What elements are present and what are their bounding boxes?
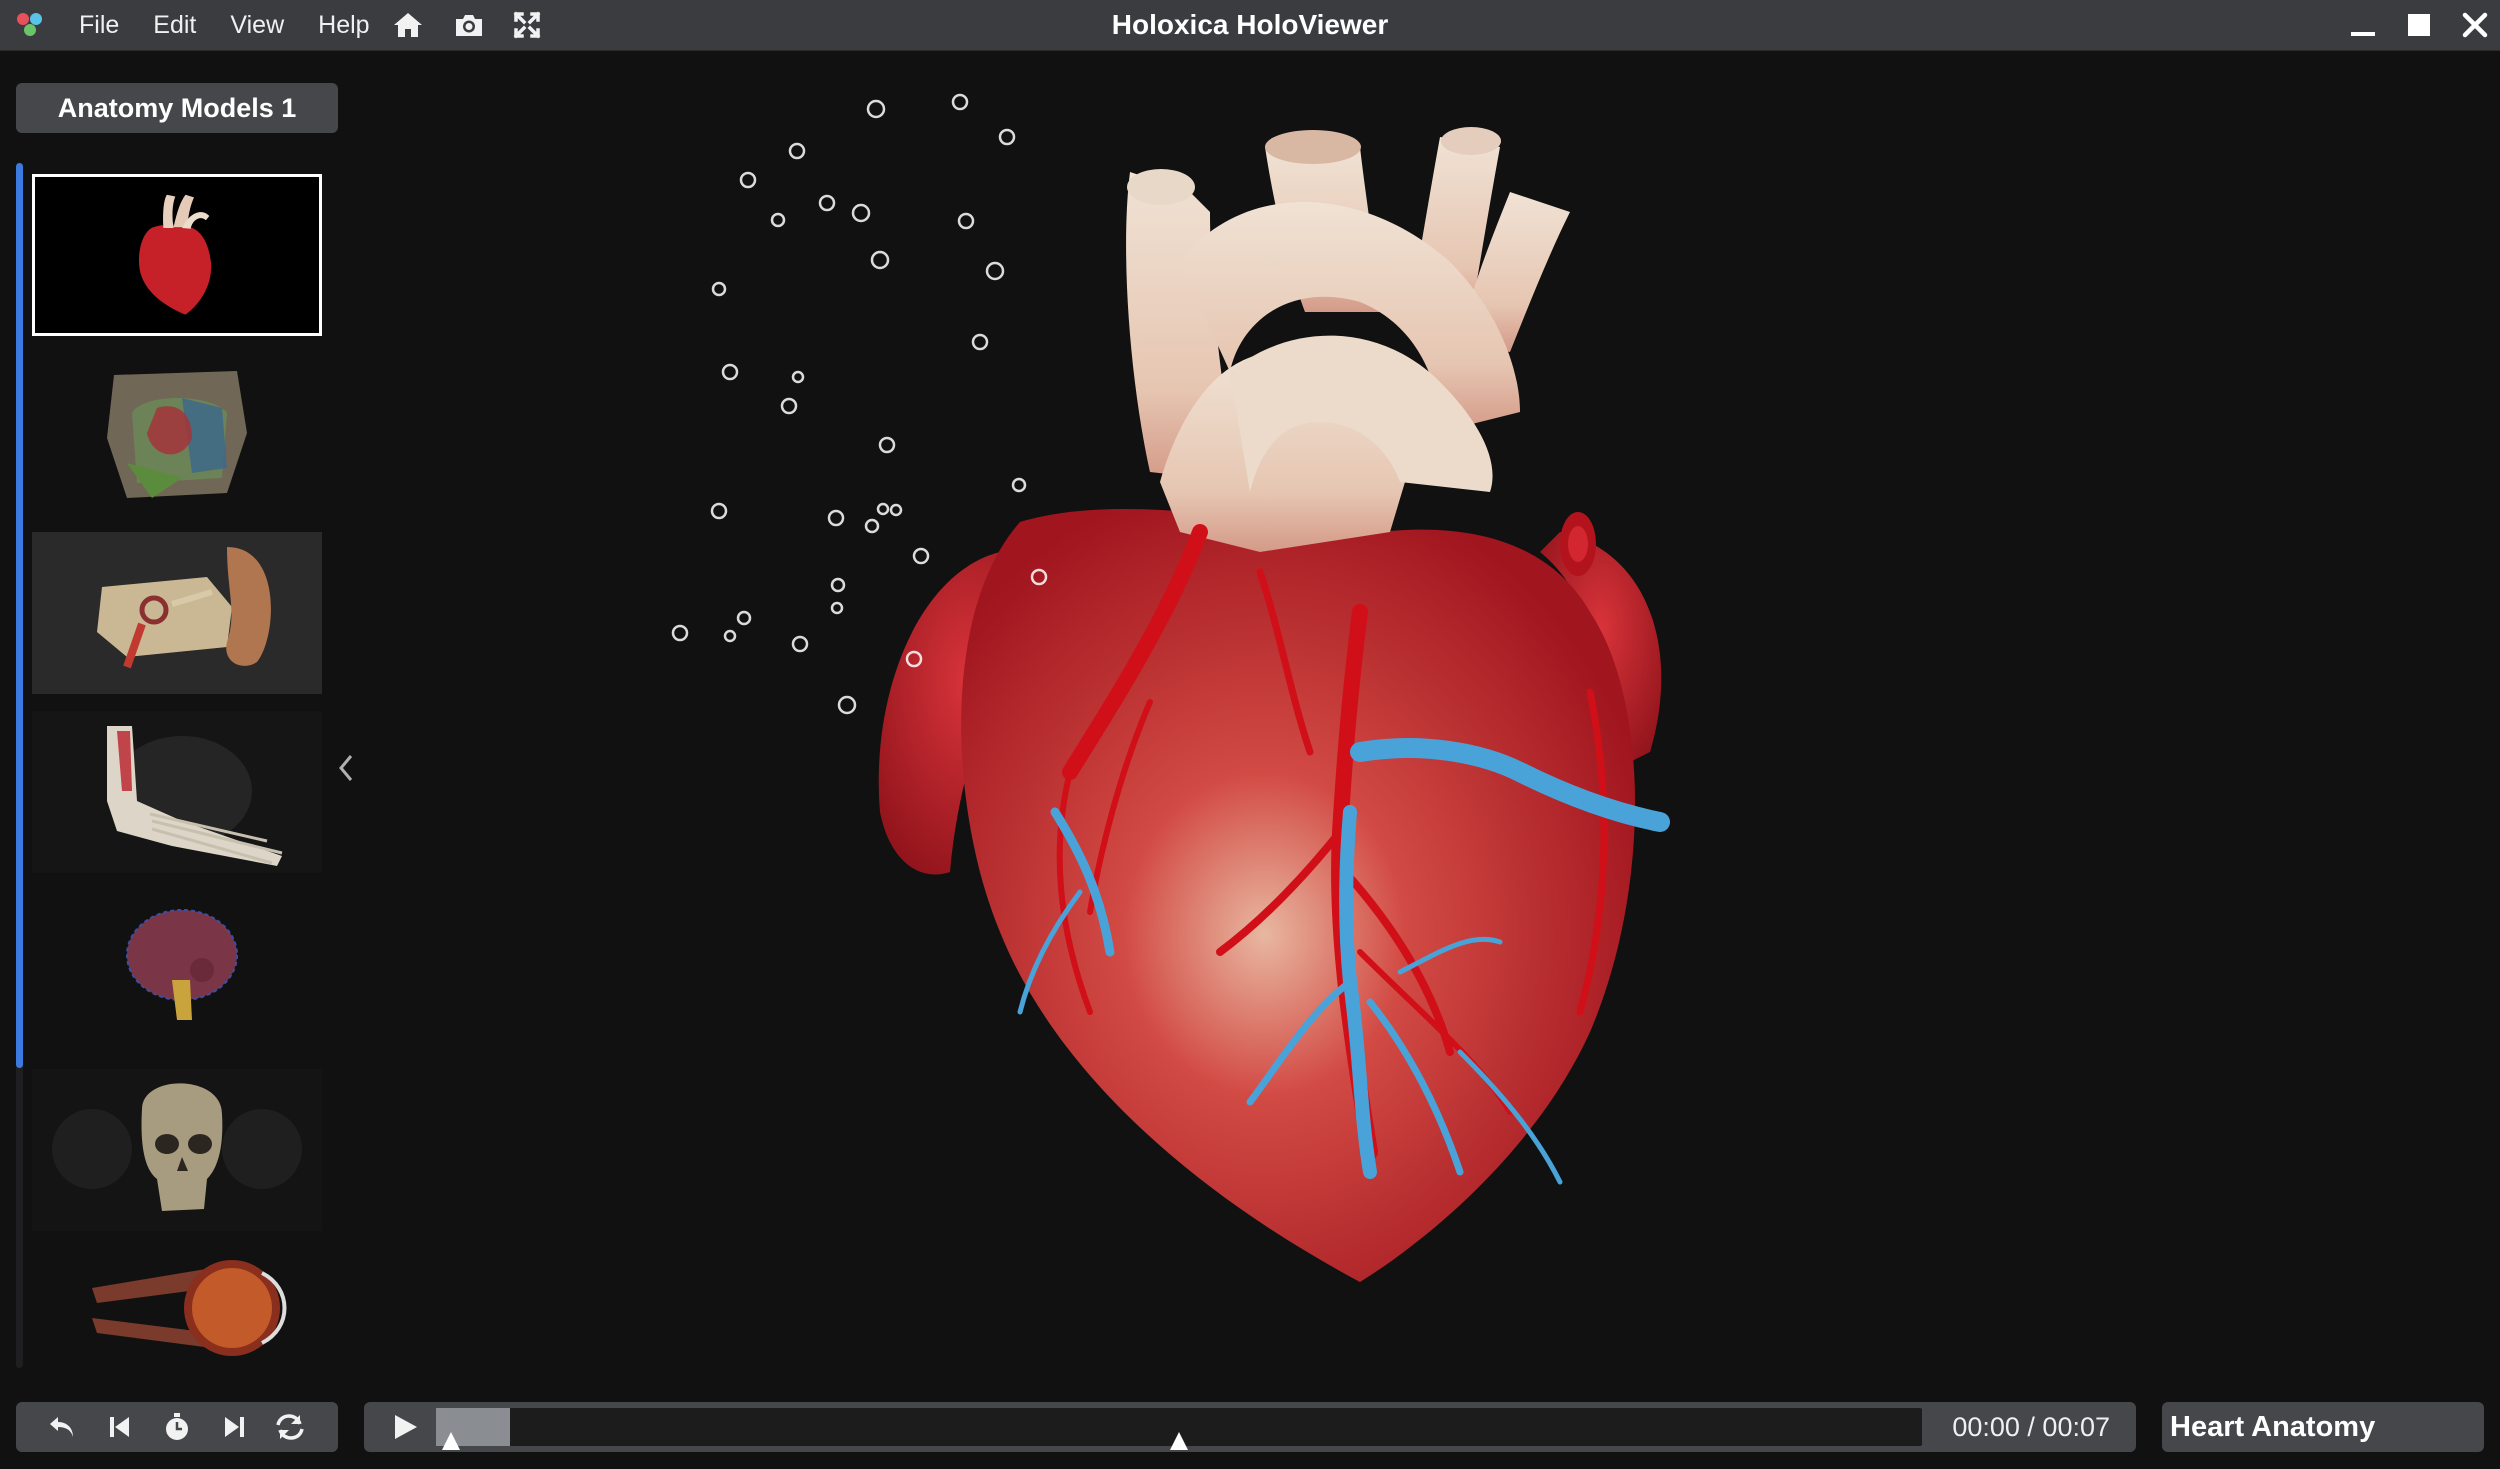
- model-thumbnail-ear[interactable]: [32, 532, 322, 694]
- timer-icon[interactable]: [161, 1411, 193, 1443]
- undo-icon[interactable]: [46, 1411, 78, 1443]
- brain-model-thumbnail: [126, 909, 238, 1020]
- heart-model-thumbnail: [138, 194, 212, 315]
- play-icon[interactable]: [390, 1412, 420, 1442]
- app-logo-icon: [17, 13, 42, 36]
- model-thumbnail-skull[interactable]: [32, 1069, 322, 1231]
- menu-help[interactable]: Help: [301, 0, 386, 50]
- skip-back-icon[interactable]: [104, 1411, 136, 1443]
- playback-controls: [16, 1402, 338, 1452]
- camera-icon[interactable]: [453, 9, 485, 41]
- time-readout: 00:00 / 00:07: [1952, 1412, 2110, 1442]
- maximize-icon[interactable]: [2404, 10, 2434, 40]
- sidebar-scrollbar-thumb[interactable]: [16, 163, 23, 1068]
- refresh-icon[interactable]: [274, 1411, 306, 1443]
- model-thumbnail-foot[interactable]: [32, 711, 322, 873]
- home-icon[interactable]: [392, 9, 424, 41]
- model-thumbnail-heart[interactable]: [32, 174, 322, 336]
- menu-file[interactable]: File: [62, 0, 136, 50]
- ear-model-thumbnail: [97, 547, 271, 669]
- menu-edit[interactable]: Edit: [136, 0, 213, 50]
- fullscreen-icon[interactable]: [511, 9, 543, 41]
- model-thumbnail-thorax[interactable]: [32, 353, 322, 515]
- menu-view[interactable]: View: [213, 0, 301, 50]
- skip-forward-icon[interactable]: [218, 1411, 250, 1443]
- close-icon[interactable]: [2460, 10, 2490, 40]
- thorax-model-thumbnail: [107, 371, 247, 498]
- timeline-start-marker[interactable]: [442, 1432, 460, 1450]
- eye-model-thumbnail: [92, 1260, 287, 1356]
- collapse-sidebar-icon[interactable]: [333, 750, 359, 786]
- heart-model-render: [671, 93, 1670, 1282]
- minimize-icon[interactable]: [2348, 10, 2378, 40]
- timeline-keyframe-marker[interactable]: [1170, 1432, 1188, 1450]
- title-bar: File Edit View Help Holoxica HoloViewer: [0, 0, 2500, 51]
- foot-model-thumbnail: [107, 726, 283, 866]
- animation-player: 00:00 / 00:07: [364, 1402, 2136, 1452]
- skull-model-thumbnail: [52, 1083, 302, 1211]
- scene-title: Heart Anatomy: [2162, 1402, 2484, 1452]
- menu-bar: File Edit View Help: [62, 0, 387, 50]
- model-thumbnail-brain[interactable]: [32, 890, 322, 1052]
- collection-selector-button[interactable]: Anatomy Models 1: [16, 83, 338, 133]
- model-thumbnail-eye[interactable]: [32, 1248, 322, 1368]
- model-viewport[interactable]: [360, 52, 2500, 1392]
